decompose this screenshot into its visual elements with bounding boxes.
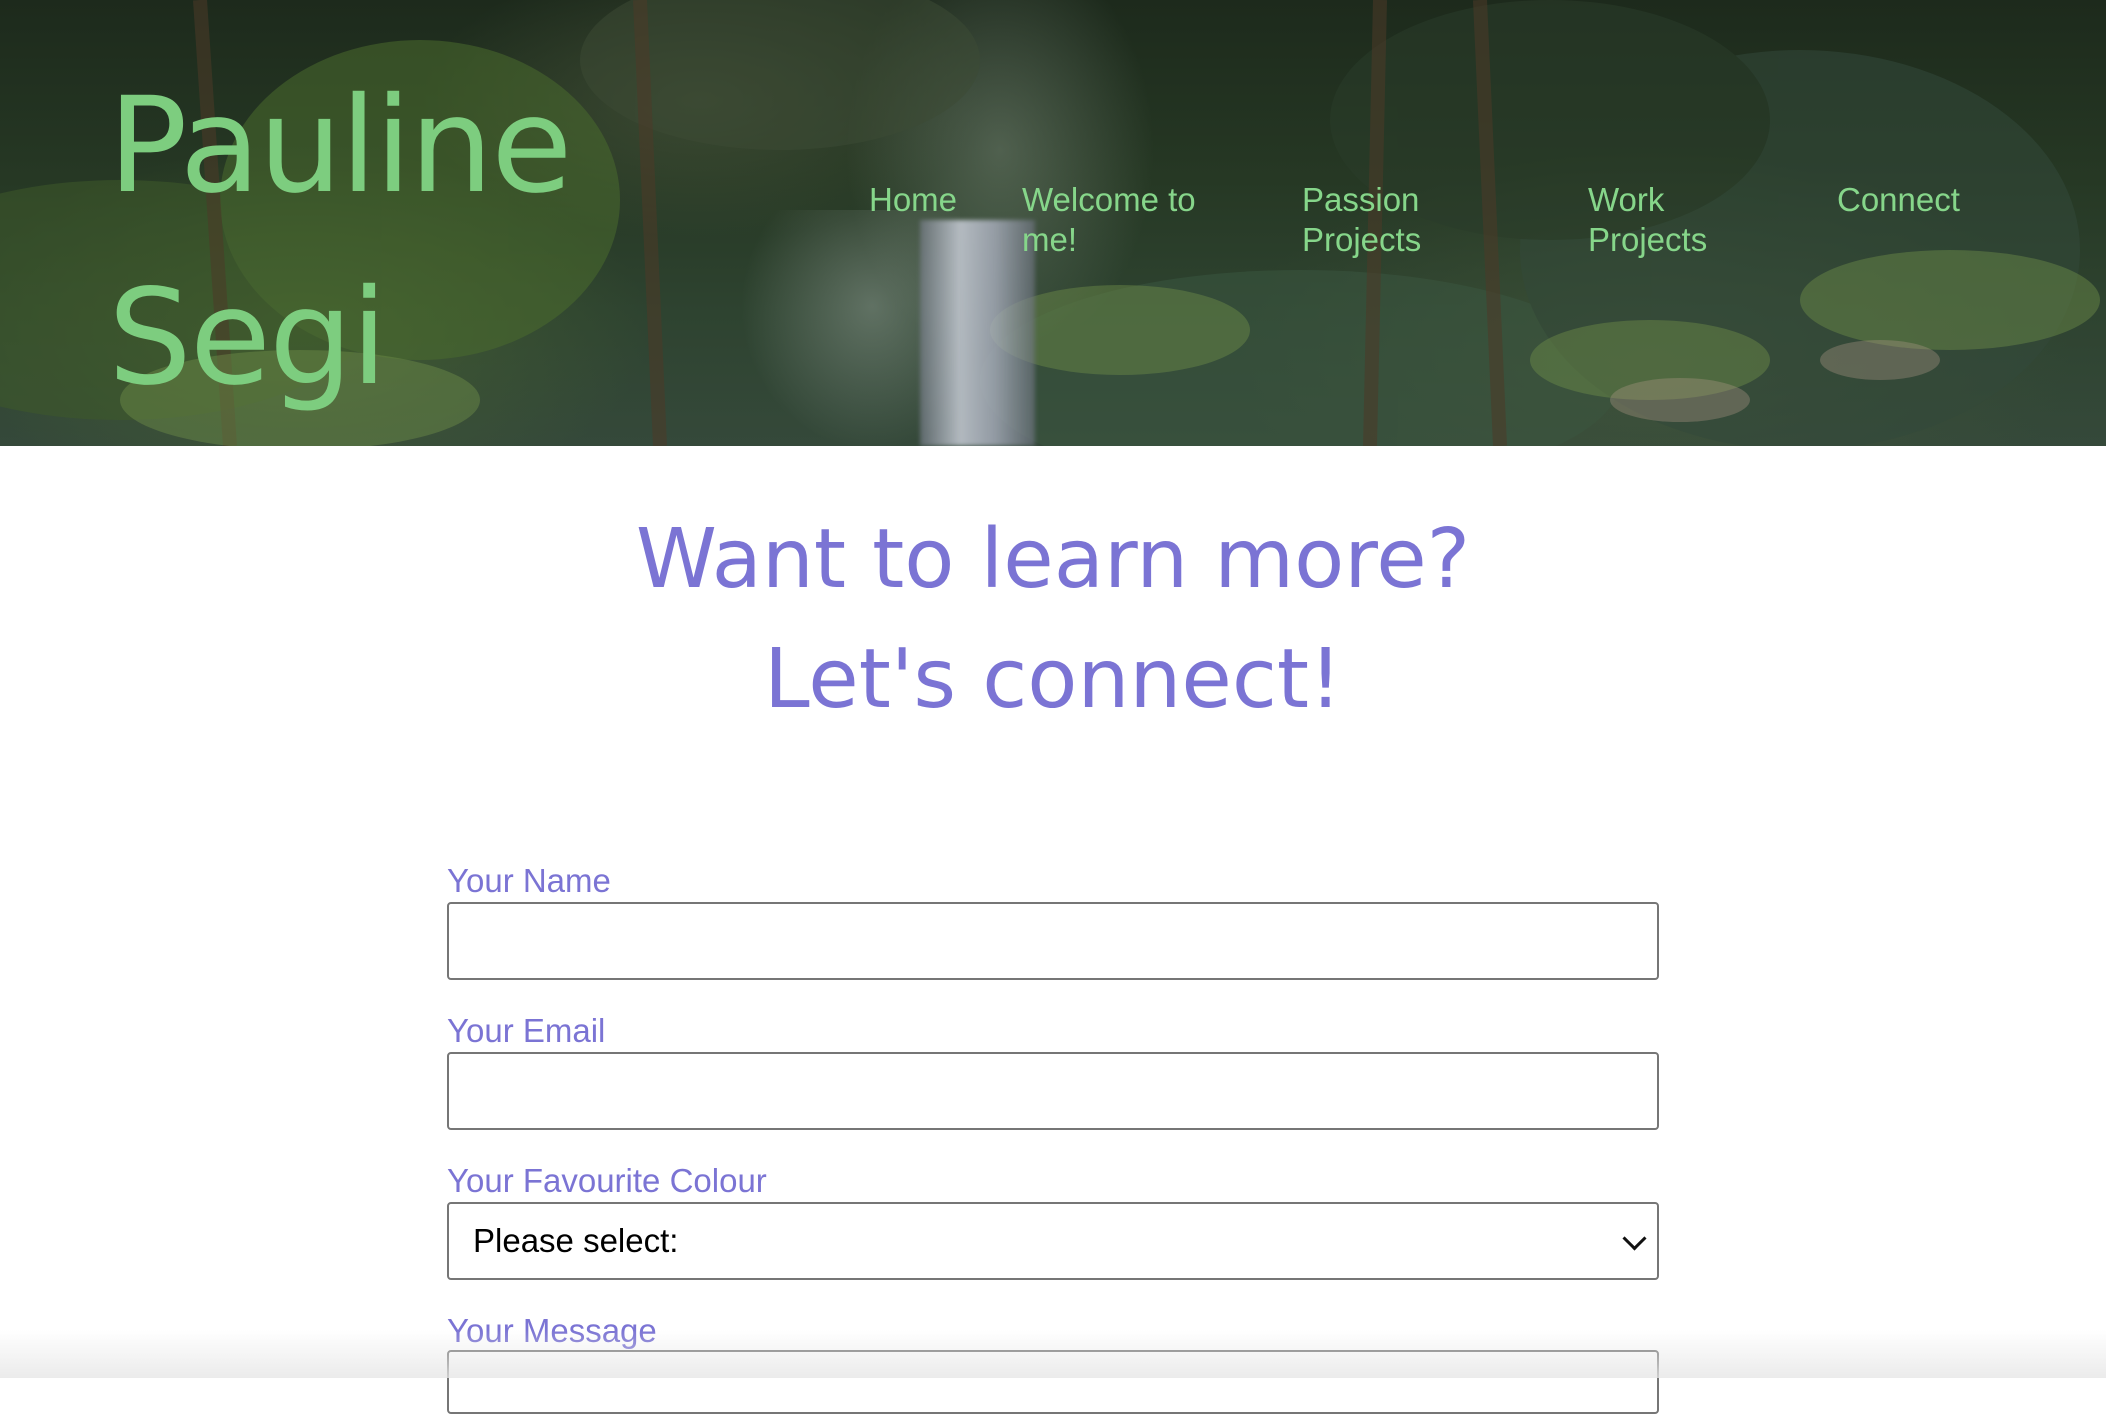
colour-select-value: Please select: bbox=[473, 1222, 679, 1259]
colour-label: Your Favourite Colour bbox=[447, 1162, 767, 1199]
name-label: Your Name bbox=[447, 862, 611, 899]
email-label: Your Email bbox=[447, 1012, 606, 1049]
page-heading: Want to learn more? Let's connect! bbox=[0, 500, 2106, 740]
nav-passion-line2: Projects bbox=[1302, 221, 1422, 258]
name-input[interactable] bbox=[447, 902, 1659, 980]
page-heading-line1: Want to learn more? bbox=[635, 512, 1471, 607]
nav-home[interactable]: Home bbox=[869, 180, 957, 220]
chevron-down-icon bbox=[1622, 1226, 1647, 1251]
page-heading-line2: Let's connect! bbox=[764, 632, 1342, 727]
hero-header: Pauline Segi Home Welcome to me! Passion… bbox=[0, 0, 2106, 446]
nav-passion-projects[interactable]: Passion Projects bbox=[1302, 180, 1421, 260]
site-title[interactable]: Pauline Segi bbox=[108, 50, 572, 434]
colour-select[interactable]: Please select: bbox=[447, 1202, 1659, 1280]
message-textarea[interactable] bbox=[447, 1350, 1659, 1414]
nav-welcome[interactable]: Welcome to me! bbox=[1022, 180, 1196, 260]
site-title-line2: Segi bbox=[108, 261, 387, 415]
nav-passion-line1: Passion bbox=[1302, 181, 1420, 218]
message-label: Your Message bbox=[447, 1312, 657, 1349]
nav-work-line1: Work bbox=[1588, 181, 1665, 218]
nav-work-projects[interactable]: Work Projects bbox=[1588, 180, 1707, 260]
nav-work-line2: Projects bbox=[1588, 221, 1708, 258]
waterfall bbox=[920, 220, 1035, 446]
email-input[interactable] bbox=[447, 1052, 1659, 1130]
site-title-line1: Pauline bbox=[108, 69, 572, 223]
nav-connect[interactable]: Connect bbox=[1837, 180, 1960, 220]
nav-welcome-line1: Welcome to bbox=[1022, 181, 1196, 218]
nav-welcome-line2: me! bbox=[1022, 221, 1078, 258]
